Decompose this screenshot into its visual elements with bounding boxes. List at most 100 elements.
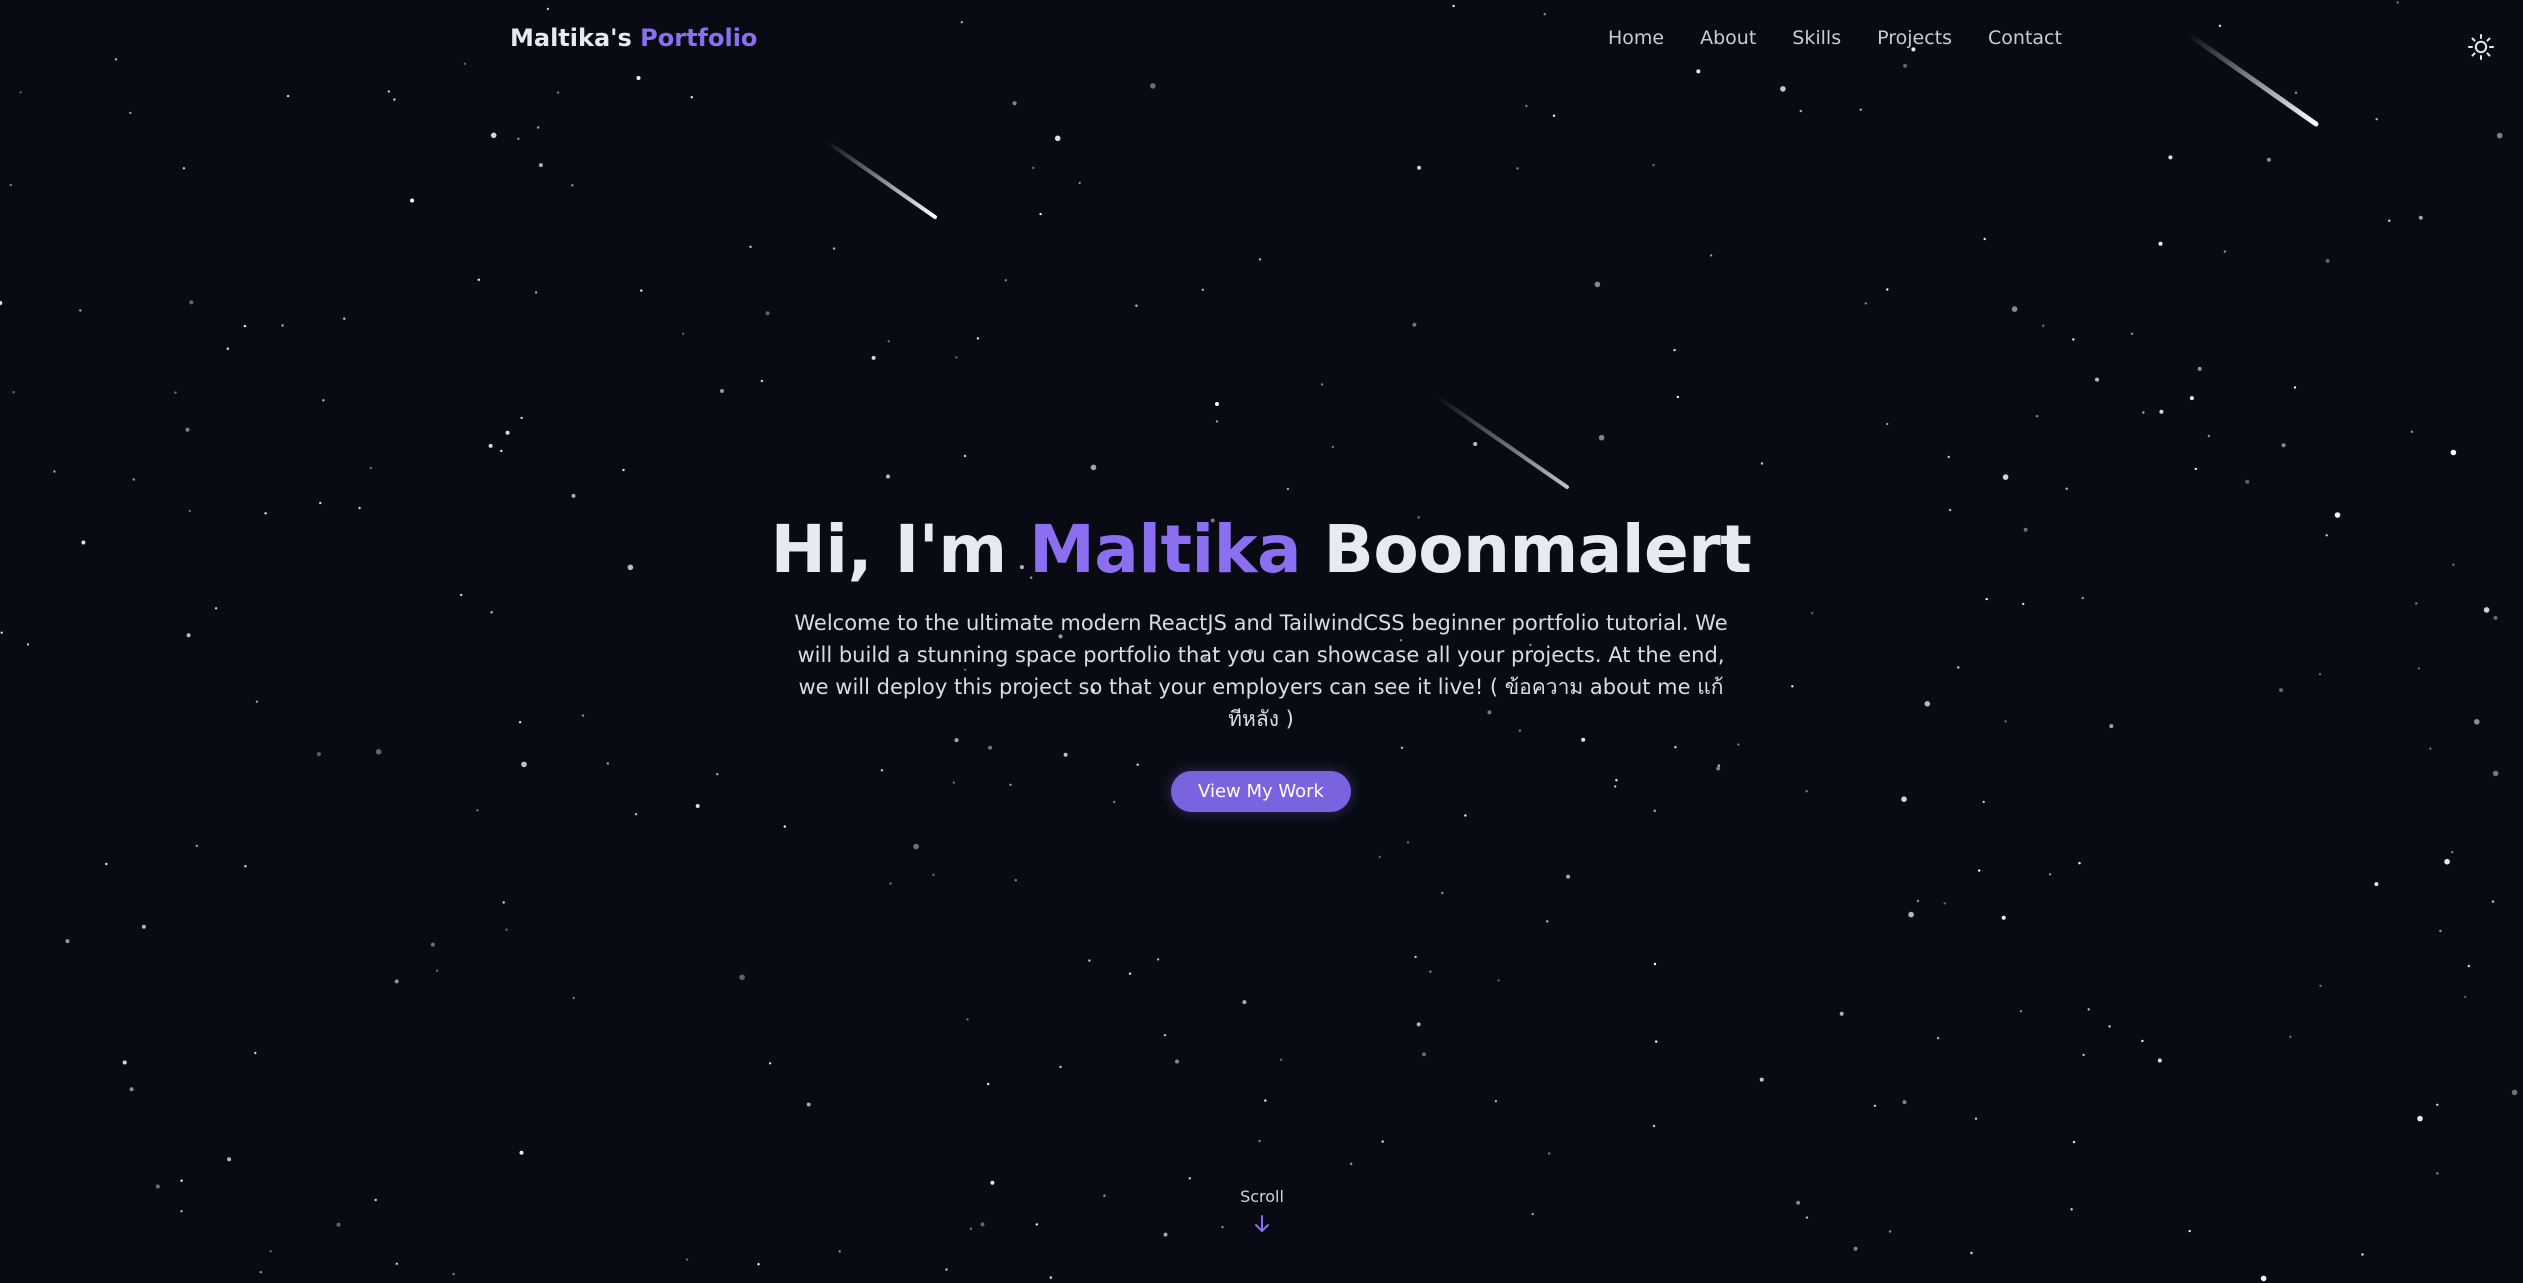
star (966, 1018, 969, 1021)
star (1264, 1099, 1267, 1102)
star (1381, 1140, 1384, 1143)
star (65, 939, 70, 944)
meteor (824, 139, 937, 219)
star (739, 974, 745, 981)
star (1978, 869, 1981, 872)
meteor (1434, 394, 1569, 489)
star (1531, 1212, 1534, 1216)
star (2266, 157, 2271, 162)
star (2142, 411, 2145, 414)
star (2451, 851, 2454, 854)
star (180, 1210, 183, 1213)
star (517, 137, 520, 140)
star (79, 309, 82, 312)
star (2474, 719, 2480, 725)
star (189, 300, 194, 305)
star (2189, 396, 2194, 401)
star (410, 198, 415, 203)
star (1525, 104, 1528, 108)
star (1242, 1000, 1247, 1005)
top-navbar: Maltika's Portfolio Home About Skills Pr… (0, 0, 2523, 80)
star (490, 611, 493, 614)
nav-link-skills[interactable]: Skills (1792, 27, 1841, 49)
star (963, 454, 967, 458)
view-my-work-button[interactable]: View My Work (1171, 771, 1351, 812)
nav-links: Home About Skills Projects Contact (1608, 27, 2062, 49)
star (538, 163, 543, 168)
star (980, 1222, 985, 1227)
star (1215, 402, 1219, 406)
star (141, 924, 146, 929)
nav-link-home[interactable]: Home (1608, 27, 1664, 49)
star (435, 969, 439, 972)
sun-icon (2468, 34, 2494, 60)
star (2439, 929, 2442, 933)
star (955, 356, 958, 359)
star (1709, 254, 1713, 257)
star (2245, 479, 2250, 484)
star (521, 761, 527, 768)
star (765, 311, 770, 316)
star (1886, 422, 1889, 426)
brand-name: Maltika's (510, 24, 632, 52)
star (1780, 86, 1786, 92)
star (749, 245, 752, 248)
star (476, 809, 479, 812)
star (1957, 666, 1960, 669)
star (556, 91, 560, 94)
star (537, 126, 540, 129)
star (2281, 443, 2286, 448)
star (286, 94, 290, 98)
star (1215, 420, 1219, 423)
star (1970, 1251, 1973, 1255)
star (2019, 1010, 2023, 1013)
star (53, 470, 56, 473)
star (2361, 1253, 2364, 1256)
star (2388, 219, 2391, 222)
star (374, 1198, 377, 1202)
star (490, 132, 497, 139)
star (1947, 455, 1950, 459)
nav-link-projects[interactable]: Projects (1877, 27, 1952, 49)
star (1655, 1040, 1658, 1043)
star (2436, 1172, 2439, 1175)
star (1811, 612, 1814, 615)
star (182, 167, 186, 170)
star (1464, 814, 1467, 817)
star (1983, 237, 1986, 241)
star (0, 301, 3, 305)
star (2081, 596, 2084, 600)
star (2410, 430, 2413, 433)
star (685, 1258, 689, 1261)
star (244, 865, 247, 868)
star (81, 540, 86, 545)
star (1548, 1152, 1551, 1155)
star (1350, 1162, 1353, 1166)
theme-toggle-button[interactable] (2466, 32, 2496, 62)
shooting-stars (824, 31, 2319, 489)
star (1791, 685, 1794, 688)
star (2194, 467, 2197, 471)
hero-section: Hi, I'm Maltika Boonmalert Welcome to th… (761, 505, 1761, 812)
star (2436, 1103, 2439, 1107)
star (505, 430, 510, 435)
star (2023, 527, 2028, 532)
star (180, 1179, 183, 1182)
scroll-indicator[interactable]: Scroll (1212, 1187, 1312, 1234)
star (1012, 101, 1017, 106)
star (2130, 332, 2134, 335)
star (690, 96, 693, 99)
nav-link-contact[interactable]: Contact (1988, 27, 2062, 49)
star (1760, 462, 1764, 465)
star (1902, 1100, 1907, 1105)
star (393, 98, 396, 101)
star (1258, 258, 1262, 261)
star (2048, 873, 2052, 876)
star (214, 607, 218, 610)
star (227, 1157, 232, 1162)
star (1594, 281, 1601, 288)
star (343, 317, 346, 320)
star (1799, 109, 1803, 113)
nav-link-about[interactable]: About (1700, 27, 1756, 49)
brand-logo-link[interactable]: Maltika's Portfolio (510, 24, 757, 52)
